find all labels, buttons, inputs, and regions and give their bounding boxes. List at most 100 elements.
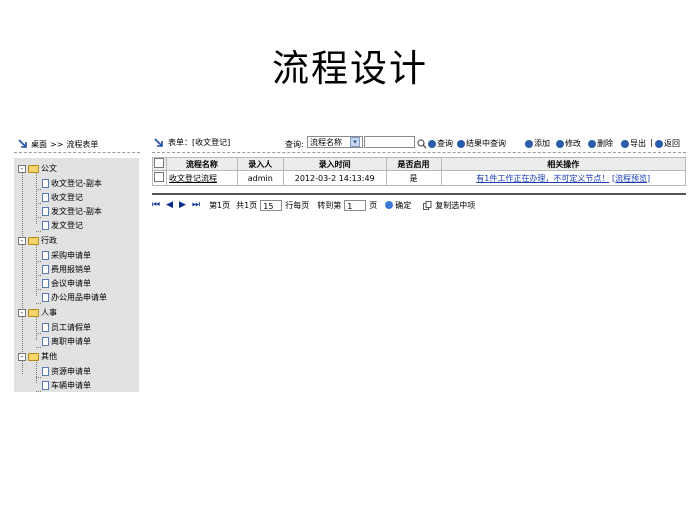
edit-icon <box>556 139 564 148</box>
tree-item[interactable]: 费用报销单 <box>36 263 91 276</box>
search-in-results-button[interactable]: 结果中查询 <box>457 138 506 149</box>
query-label: 查询: <box>285 140 304 149</box>
slide-title: 流程设计 <box>272 47 428 90</box>
export-icon <box>621 139 629 148</box>
last-page-icon[interactable]: ⏭ <box>192 200 200 210</box>
tree-item[interactable]: 办公用品申请单 <box>36 291 107 304</box>
tree-item[interactable]: 离职申请单 <box>36 335 91 348</box>
back-button[interactable]: 返回 <box>655 138 680 149</box>
action-cell: 有1件工作正在办理，不可定义节点！ [流程预览] <box>440 170 686 186</box>
breadcrumb: 桌面 >> 流程表单 <box>18 137 140 151</box>
export-button-label: 导出 <box>630 139 646 148</box>
tree-item[interactable]: 会议申请单 <box>36 277 91 290</box>
form-tree: - 公文 收文登记-副本 收文登记 发文登记-副本 发文登记 - 行政 采购申请单 … <box>14 158 139 392</box>
copy-selected-button[interactable]: 复制选中项 <box>423 200 475 211</box>
row-checkbox[interactable] <box>154 172 165 182</box>
edit-button[interactable]: 修改 <box>556 138 581 149</box>
left-divider <box>14 152 140 153</box>
preview-process-link[interactable]: [流程预览] <box>612 174 650 183</box>
process-name-link[interactable]: 收文登记流程 <box>169 174 217 183</box>
export-button[interactable]: 导出 <box>621 138 646 149</box>
tree-item-label: 员工请假单 <box>51 323 91 332</box>
tree-folder-label: 其他 <box>41 352 57 361</box>
search-results-icon <box>457 139 465 148</box>
tree-item[interactable]: 采购申请单 <box>36 249 91 262</box>
tree-item[interactable]: 收文登记 <box>36 191 83 204</box>
current-page-text: 第1页 <box>209 200 231 210</box>
search-button[interactable]: 查询 <box>417 138 453 149</box>
table-row: 收文登记流程 admin 2012-03-2 14:13:49 是 有1件工作正… <box>152 170 686 186</box>
collapse-icon[interactable]: - <box>18 352 26 361</box>
row-select-cell[interactable] <box>152 170 167 186</box>
search-input[interactable] <box>364 136 415 148</box>
tree-item[interactable]: 车辆申请单 <box>36 379 91 392</box>
creator-cell: admin <box>236 170 284 186</box>
goto-label: 转到第 <box>317 200 342 210</box>
arrow-down-right-icon <box>154 137 163 147</box>
magnifier-icon <box>417 138 427 148</box>
folder-open-icon <box>28 308 39 317</box>
tree-folder-label: 行政 <box>41 236 57 245</box>
column-header: 相关操作 <box>440 157 686 171</box>
select-all-cell[interactable] <box>152 157 167 171</box>
confirm-button[interactable]: 确定 <box>385 200 411 211</box>
pager: ⏮ ◀ ▶ ⏭ 第1页 共1页 15 行每页 转到第 1 页 确定 复制选中项 <box>152 198 475 212</box>
tree-item-label: 车辆申请单 <box>51 381 91 390</box>
document-icon <box>42 193 49 202</box>
tree-item[interactable]: 资源申请单 <box>36 365 91 378</box>
collapse-icon[interactable]: - <box>18 236 26 245</box>
arrow-down-right-icon <box>18 139 27 148</box>
breadcrumb-current: 流程表单 <box>66 139 99 149</box>
toolbar-divider-line <box>152 152 686 153</box>
document-icon <box>42 221 49 230</box>
tree-item-label: 会议申请单 <box>51 279 91 288</box>
add-button-label: 添加 <box>534 139 550 148</box>
confirm-icon <box>385 201 394 209</box>
tree-folder-xingzheng[interactable]: - 行政 <box>18 234 57 247</box>
document-icon <box>42 251 49 260</box>
collapse-icon[interactable]: - <box>18 308 26 317</box>
delete-button[interactable]: 删除 <box>588 138 613 149</box>
tree-folder-renshi[interactable]: - 人事 <box>18 306 57 319</box>
back-icon <box>655 139 663 148</box>
goto-page-input[interactable]: 1 <box>344 199 367 211</box>
tree-item[interactable]: 发文登记 <box>36 219 83 232</box>
tree-folder-qita[interactable]: - 其他 <box>18 350 57 363</box>
delete-button-label: 删除 <box>597 139 613 148</box>
breadcrumb-home[interactable]: 桌面 <box>31 139 47 150</box>
tree-connector <box>22 171 23 374</box>
prev-page-icon[interactable]: ◀ <box>166 200 173 210</box>
next-page-icon[interactable]: ▶ <box>179 200 186 210</box>
document-icon <box>42 279 49 288</box>
tree-item[interactable]: 员工请假单 <box>36 321 91 334</box>
delete-icon <box>588 139 596 148</box>
tree-item-label: 费用报销单 <box>51 265 91 274</box>
tree-item-label: 收文登记-副本 <box>51 179 102 188</box>
add-button[interactable]: 添加 <box>525 138 550 149</box>
confirm-button-label: 确定 <box>395 200 412 210</box>
form-label-text: 表单：[收文登记] <box>168 138 231 147</box>
per-page-input[interactable]: 15 <box>260 199 283 211</box>
total-pages-text: 共1页 <box>236 200 258 210</box>
goto-suffix: 页 <box>369 200 378 210</box>
tree-folder-label: 人事 <box>41 308 57 317</box>
collapse-icon[interactable]: - <box>18 164 26 173</box>
tree-item-label: 资源申请单 <box>51 367 91 376</box>
tree-folder-label: 公文 <box>41 164 57 173</box>
chevron-down-icon[interactable]: ▾ <box>350 137 360 147</box>
search-bullet-icon <box>428 139 436 148</box>
action-status-text[interactable]: 有1件工作正在办理，不可定义节点！ <box>476 174 609 183</box>
select-all-checkbox[interactable] <box>154 158 165 168</box>
document-icon <box>42 207 49 216</box>
search-button-label: 查询 <box>437 139 453 148</box>
tree-item[interactable]: 发文登记-副本 <box>36 205 102 218</box>
tree-folder-gongwen[interactable]: - 公文 <box>18 162 57 175</box>
document-icon <box>42 265 49 274</box>
tree-item[interactable]: 收文登记-副本 <box>36 177 102 190</box>
per-page-label: 行每页 <box>285 200 310 210</box>
first-page-icon[interactable]: ⏮ <box>152 200 160 210</box>
pager-divider <box>152 193 686 195</box>
column-header: 是否启用 <box>385 157 442 171</box>
document-icon <box>42 179 49 188</box>
tree-item-label: 收文登记 <box>51 193 83 202</box>
